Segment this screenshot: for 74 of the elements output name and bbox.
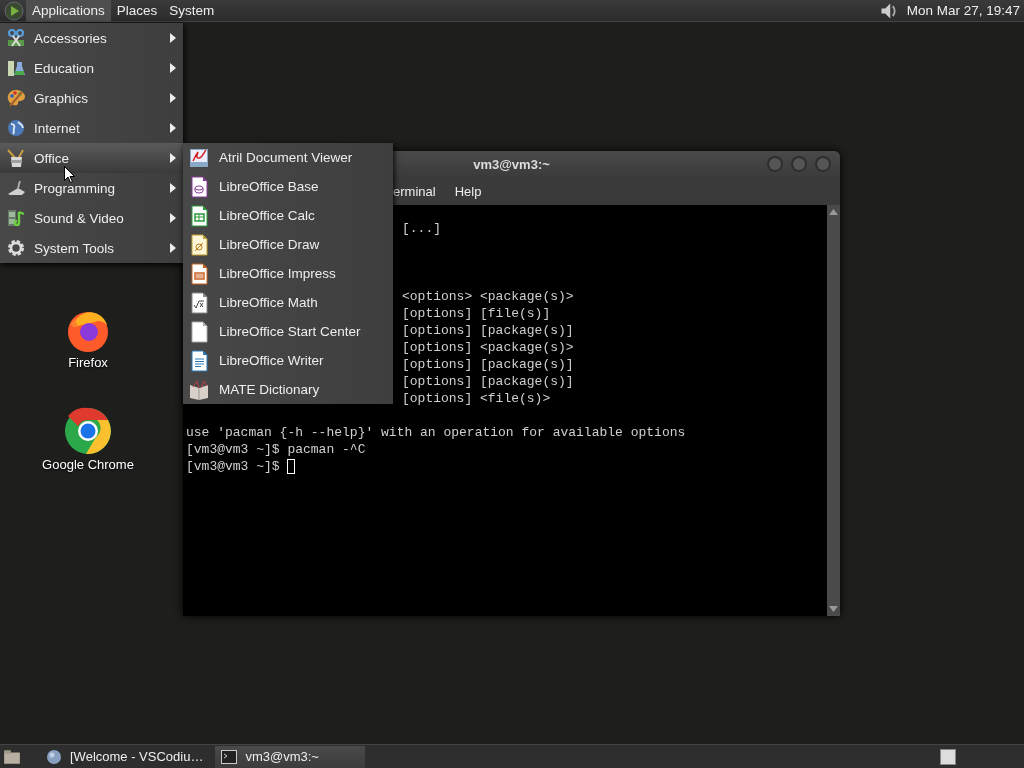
menu-item[interactable]: Help — [454, 184, 482, 199]
menu-item[interactable]: MATE Dictionary — [183, 375, 393, 404]
panel-menu[interactable]: System — [163, 0, 221, 22]
gear-icon — [6, 238, 26, 258]
menu-item[interactable]: Graphics — [0, 83, 183, 113]
film-icon — [6, 208, 26, 228]
terminal-line: use 'pacman {-h --help}' with an operation for available options — [186, 424, 686, 441]
submenu-arrow-icon — [169, 183, 177, 193]
menu-item[interactable]: Office — [0, 143, 183, 173]
menu-item[interactable]: Internet — [0, 113, 183, 143]
blank-document-icon — [189, 320, 209, 343]
panel-menu[interactable]: Places — [110, 0, 164, 22]
window-title: vm3@vm3:~ — [473, 157, 550, 172]
menu-item[interactable]: LibreOffice Impress — [183, 259, 393, 288]
terminal-line: [options] [package(s)] — [402, 356, 574, 373]
menu-item[interactable]: Education — [0, 53, 183, 83]
menu-item[interactable]: erminal — [393, 184, 436, 199]
terminal-line: [vm3@vm3 ~]$ pacman -^C — [186, 441, 366, 458]
submenu-arrow-icon — [169, 63, 177, 73]
terminal-line: [options] [package(s)] — [402, 322, 574, 339]
desktop-icon-label[interactable]: Google Chrome — [42, 457, 134, 472]
workspace-switcher[interactable] — [940, 748, 956, 765]
menu-item[interactable]: Sound & Video — [0, 203, 183, 233]
menu-item[interactable]: Atril Document Viewer — [183, 143, 393, 172]
terminal-icon — [221, 748, 238, 765]
scroll-down-arrow-icon[interactable] — [829, 605, 838, 613]
menu-item[interactable]: LibreOffice Start Center — [183, 317, 393, 346]
terminal-line: [options] <package(s)> — [402, 339, 574, 356]
show-desktop-icon[interactable] — [2, 747, 22, 766]
submenu-arrow-icon — [169, 213, 177, 223]
chrome-logo-icon[interactable] — [64, 407, 112, 455]
menu-item[interactable]: LibreOffice Base — [183, 172, 393, 201]
scroll-up-arrow-icon[interactable] — [829, 208, 838, 216]
spreadsheet-document-icon — [189, 204, 209, 227]
terminal-prompt: [vm3@vm3 ~]$ — [186, 458, 281, 475]
menu-item[interactable]: LibreOffice Calc — [183, 201, 393, 230]
terminal-line: <options> <package(s)> — [402, 288, 574, 305]
terminal-line: [options] [file(s)] — [402, 305, 551, 322]
database-document-icon — [189, 175, 209, 198]
globe-icon — [46, 748, 62, 765]
menu-item[interactable]: LibreOffice Math — [183, 288, 393, 317]
terminal-line: [options] [package(s)] — [402, 373, 574, 390]
pdf-document-icon — [189, 146, 209, 169]
submenu-arrow-icon — [169, 33, 177, 43]
menu-item[interactable]: LibreOffice Draw — [183, 230, 393, 259]
logo-icon[interactable] — [4, 0, 24, 21]
palette-icon — [6, 88, 26, 108]
presentation-document-icon — [189, 262, 209, 285]
submenu-arrow-icon — [169, 243, 177, 253]
text-cursor — [287, 459, 296, 474]
terminal-line: [options] <file(s)> — [402, 390, 551, 407]
submenu-arrow-icon — [169, 93, 177, 103]
menu-item[interactable]: Accessories — [0, 23, 183, 53]
clock[interactable]: Mon Mar 27, 19:47 — [906, 3, 1024, 18]
globe-icon — [6, 118, 26, 138]
flask-icon — [6, 58, 26, 78]
pencil-cup-icon — [6, 148, 26, 168]
panel-menu[interactable]: Applications — [26, 0, 111, 22]
terminal-line: [...] — [402, 220, 441, 237]
submenu-arrow-icon — [169, 123, 177, 133]
drawing-document-icon — [189, 233, 209, 256]
scrollbar[interactable] — [827, 205, 840, 616]
menu-item[interactable]: System Tools — [0, 233, 183, 263]
menu-item[interactable]: Programming — [0, 173, 183, 203]
mouse-pointer-icon — [64, 166, 75, 183]
book-icon — [189, 378, 209, 401]
taskbar-button[interactable]: vm3@vm3:~ — [215, 745, 366, 768]
taskbar-button[interactable]: [Welcome - VSCodiu… — [40, 745, 210, 768]
scissors-icon — [6, 28, 26, 48]
desktop-icon-label[interactable]: Firefox — [68, 355, 108, 370]
text-document-icon — [189, 349, 209, 372]
formula-document-icon — [189, 291, 209, 314]
submenu-arrow-icon — [169, 153, 177, 163]
menu-item[interactable]: LibreOffice Writer — [183, 346, 393, 375]
